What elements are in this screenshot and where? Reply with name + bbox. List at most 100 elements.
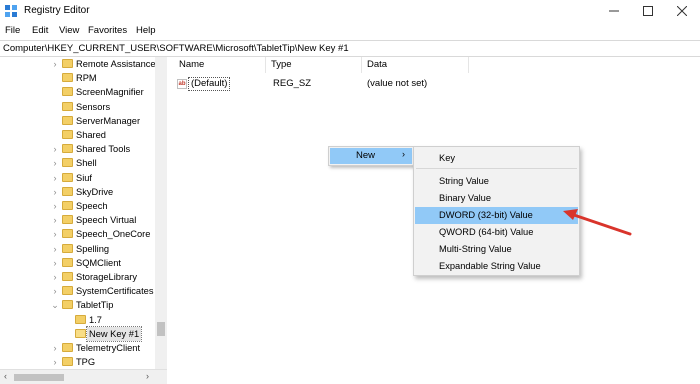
- tree-item[interactable]: › StorageLibrary: [0, 270, 155, 284]
- tree-item-label: TabletTip: [76, 300, 114, 311]
- tree-horizontal-scroll-thumb[interactable]: [14, 374, 64, 381]
- close-icon: [677, 6, 687, 16]
- tree-item[interactable]: › SkyDrive: [0, 185, 155, 199]
- submenu-item-label: String Value: [439, 176, 489, 186]
- folder-icon: [62, 357, 73, 367]
- column-header-data[interactable]: Data: [367, 59, 387, 70]
- value-name[interactable]: (Default): [188, 77, 231, 91]
- tree-item[interactable]: › TPG: [0, 355, 155, 369]
- chevron-right-icon[interactable]: ›: [50, 242, 60, 256]
- chevron-down-icon[interactable]: ⌄: [50, 298, 60, 312]
- tree-item-label: ServerManager: [76, 115, 141, 126]
- chevron-right-icon[interactable]: ›: [50, 213, 60, 227]
- folder-icon: [62, 201, 73, 210]
- folder-icon: [62, 243, 73, 253]
- submenu-item[interactable]: String Value: [415, 173, 578, 190]
- maximize-button[interactable]: [630, 0, 666, 22]
- address-path[interactable]: Computer\HKEY_CURRENT_USER\SOFTWARE\Micr…: [3, 43, 349, 54]
- menu-view[interactable]: View: [59, 25, 79, 36]
- chevron-right-icon[interactable]: ›: [50, 171, 60, 185]
- folder-icon: [62, 343, 73, 352]
- string-value-icon: ab: [177, 79, 187, 89]
- chevron-right-icon[interactable]: ›: [50, 185, 60, 199]
- tree-item-label: SQMClient: [76, 257, 121, 268]
- tree-item[interactable]: Shared: [0, 128, 155, 142]
- submenu-item-label: QWORD (64-bit) Value: [439, 227, 534, 237]
- tree-item[interactable]: › SQMClient: [0, 256, 155, 270]
- folder-icon: [62, 300, 73, 310]
- tree-vertical-scroll-thumb[interactable]: [157, 322, 165, 336]
- tree-item[interactable]: › Shell: [0, 156, 155, 170]
- tree-item[interactable]: ServerManager: [0, 114, 155, 128]
- column-divider[interactable]: [361, 57, 362, 73]
- tree-item[interactable]: › TelemetryClient: [0, 341, 155, 355]
- tree-item-label: New Key #1: [85, 325, 143, 342]
- menu-edit[interactable]: Edit: [32, 25, 48, 36]
- tree-item-label: SkyDrive: [76, 186, 114, 197]
- submenu-item[interactable]: DWORD (32-bit) Value: [415, 207, 578, 224]
- tree-item[interactable]: ⌄ TabletTip: [0, 298, 155, 312]
- context-menu: New ›: [328, 146, 414, 166]
- tree-item-label: Siuf: [76, 172, 93, 183]
- submenu-item[interactable]: QWORD (64-bit) Value: [415, 224, 578, 241]
- tree-item-label: SystemCertificates: [76, 286, 154, 297]
- folder-icon: [75, 328, 86, 338]
- tree-item-label: TPG: [76, 357, 96, 368]
- chevron-right-icon[interactable]: ›: [50, 57, 60, 71]
- submenu-item[interactable]: Multi-String Value: [415, 241, 578, 258]
- folder-icon: [62, 215, 73, 225]
- tree-item[interactable]: › Speech: [0, 199, 155, 213]
- context-menu-new[interactable]: New ›: [330, 148, 412, 164]
- tree-item-label: RPM: [76, 73, 97, 84]
- tree-item[interactable]: › Shared Tools: [0, 142, 155, 156]
- scroll-left-icon[interactable]: ‹: [4, 371, 7, 381]
- column-divider[interactable]: [265, 57, 266, 73]
- folder-icon: [62, 229, 73, 239]
- tree-item[interactable]: 1.7: [0, 313, 155, 327]
- chevron-right-icon[interactable]: ›: [50, 284, 60, 298]
- tree-item[interactable]: › Remote Assistance: [0, 57, 156, 71]
- tree-item[interactable]: New Key #1: [0, 325, 155, 342]
- chevron-right-icon[interactable]: ›: [50, 355, 60, 369]
- column-header-type[interactable]: Type: [271, 59, 292, 70]
- chevron-right-icon[interactable]: ›: [50, 142, 60, 156]
- minimize-button[interactable]: [596, 0, 632, 22]
- tree-item[interactable]: RPM: [0, 71, 155, 85]
- chevron-right-icon[interactable]: ›: [50, 270, 60, 284]
- title-bar: Registry Editor: [0, 0, 700, 22]
- chevron-right-icon[interactable]: ›: [50, 227, 60, 241]
- tree-item[interactable]: › Speech Virtual: [0, 213, 155, 227]
- address-bar[interactable]: Computer\HKEY_CURRENT_USER\SOFTWARE\Micr…: [0, 40, 700, 57]
- submenu-item[interactable]: Binary Value: [415, 190, 578, 207]
- scroll-right-icon[interactable]: ›: [146, 371, 149, 381]
- chevron-right-icon[interactable]: ›: [50, 156, 60, 170]
- chevron-right-icon[interactable]: ›: [50, 256, 60, 270]
- tree-item[interactable]: › Siuf: [0, 171, 155, 185]
- folder-icon: [62, 158, 73, 168]
- menu-help[interactable]: Help: [136, 25, 156, 36]
- tree-item[interactable]: Sensors: [0, 100, 155, 114]
- tree-item[interactable]: › Speech_OneCore: [0, 227, 155, 241]
- column-divider[interactable]: [468, 57, 469, 73]
- tree-item-label: StorageLibrary: [76, 272, 137, 282]
- tree-item[interactable]: › Spelling: [0, 242, 155, 256]
- registry-tree[interactable]: › Remote Assistance RPM ScreenMagnifier Sens…: [0, 57, 167, 384]
- submenu-item[interactable]: Key: [415, 150, 578, 167]
- tree-vertical-scrollbar[interactable]: [155, 57, 167, 369]
- column-header-name[interactable]: Name: [179, 59, 204, 70]
- chevron-right-icon[interactable]: ›: [50, 199, 60, 213]
- folder-icon: [62, 272, 73, 281]
- close-button[interactable]: [664, 0, 700, 22]
- tree-item[interactable]: ScreenMagnifier: [0, 85, 155, 99]
- tree-item[interactable]: › SystemCertificates: [0, 284, 155, 298]
- tree-item-label: Speech_OneCore: [76, 229, 151, 240]
- tree-horizontal-scrollbar[interactable]: ‹ ›: [0, 369, 167, 384]
- menu-file[interactable]: File: [5, 25, 20, 36]
- tree-item-label: Remote Assistance: [76, 59, 156, 69]
- submenu-item[interactable]: Expandable String Value: [415, 258, 578, 275]
- submenu-item-label: DWORD (32-bit) Value: [439, 210, 533, 220]
- menu-favorites[interactable]: Favorites: [88, 25, 127, 36]
- folder-icon: [62, 144, 73, 154]
- chevron-right-icon[interactable]: ›: [50, 341, 60, 355]
- tree-item-label: Spelling: [76, 243, 110, 254]
